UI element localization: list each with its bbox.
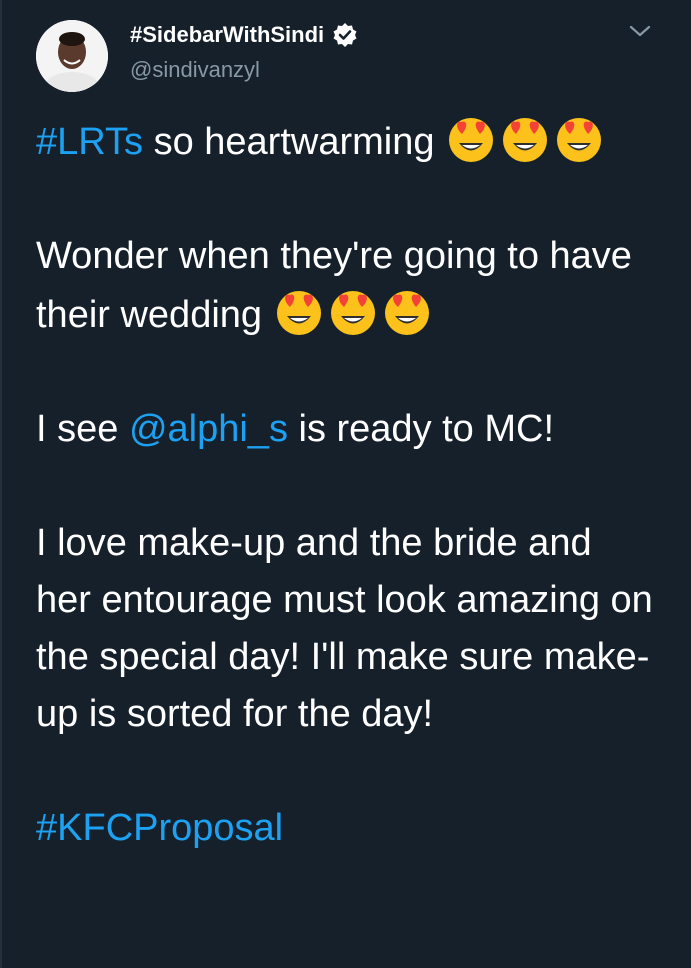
hashtag-lrts-link[interactable]: #LRTs: [36, 121, 143, 163]
paragraph-3: I see @alphi_s is ready to MC!: [36, 401, 656, 458]
paragraph-1: #LRTs so heartwarming: [36, 112, 656, 171]
heart-eyes-emoji-icon: [273, 285, 325, 337]
paragraph-2: Wonder when they're going to have their …: [36, 228, 656, 344]
display-name-row[interactable]: #SidebarWithSindi: [130, 20, 358, 50]
paragraph-5: #KFCProposal: [36, 800, 656, 857]
heart-eyes-emoji-icon: [445, 112, 497, 164]
heart-eyes-emoji-icon: [327, 285, 379, 337]
heart-eyes-emoji-icon: [553, 112, 605, 164]
tweet-body: #LRTs so heartwarming Wonder when they'r…: [36, 112, 656, 857]
paragraph-3-suffix: is ready to MC!: [287, 408, 555, 450]
paragraph-3-prefix: I see: [36, 408, 129, 450]
edge-divider: [0, 0, 2, 968]
verified-badge-icon: [332, 22, 358, 48]
heart-eyes-emoji-icon: [381, 285, 433, 337]
author-names: #SidebarWithSindi @sindivanzyl: [130, 20, 358, 86]
display-name[interactable]: #SidebarWithSindi: [130, 20, 324, 50]
hashtag-kfcproposal-link[interactable]: #KFCProposal: [36, 807, 283, 849]
tweet-card[interactable]: #SidebarWithSindi @sindivanzyl #LRTs so …: [0, 0, 691, 968]
chevron-down-icon[interactable]: [628, 22, 652, 40]
heart-eyes-emoji-icon: [499, 112, 551, 164]
paragraph-4: I love make-up and the bride and her ent…: [36, 522, 653, 735]
profile-avatar[interactable]: [36, 20, 108, 92]
paragraph-1-text: so heartwarming: [143, 121, 446, 163]
mention-alphi-s-link[interactable]: @alphi_s: [129, 408, 288, 450]
author-handle[interactable]: @sindivanzyl: [130, 54, 358, 86]
tweet-header: #SidebarWithSindi @sindivanzyl: [36, 16, 676, 96]
